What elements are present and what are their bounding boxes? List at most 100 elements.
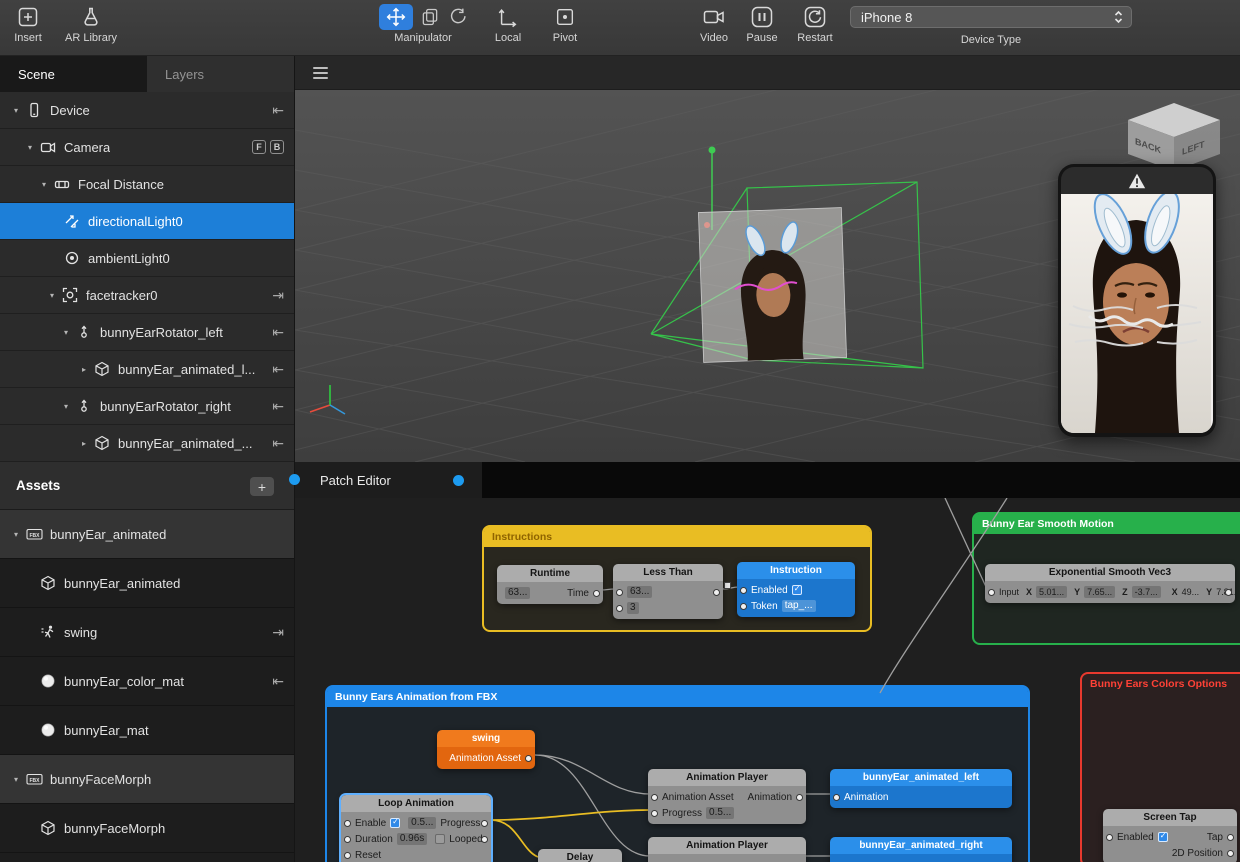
viewport-menu-icon[interactable] [313,66,328,79]
tab-layers[interactable]: Layers [147,56,294,92]
disclosure-triangle[interactable]: ▾ [8,106,24,115]
patch-node-swing-asset[interactable]: swing Animation Asset [437,730,535,769]
output-port[interactable] [1227,849,1234,857]
output-port[interactable] [1225,588,1232,596]
disclosure-triangle[interactable]: ▾ [36,180,52,189]
enabled-checkbox[interactable] [791,584,802,595]
patch-node-screen-tap[interactable]: Screen Tap Enabled Tap 2D Position [1103,809,1237,862]
disclosure-triangle[interactable]: ▸ [76,365,92,374]
asset-row-bunny-face-morph-mesh[interactable]: bunnyFaceMorph [0,804,294,853]
tree-row-device[interactable]: ▾ Device ⇤ [0,92,294,129]
pin-icon[interactable]: ⇤ [272,324,284,341]
patch-node-instruction[interactable]: Instruction Enabled Token tap_... [737,562,855,617]
device-type-select[interactable]: iPhone 8 [850,6,1132,28]
tree-row-label: bunnyEarRotator_right [100,398,231,414]
output-port[interactable] [796,793,803,801]
input-port[interactable] [616,604,623,612]
asset-row-bunny-ear-color-mat[interactable]: bunnyEar_color_mat ⇤ [0,657,294,706]
restart-button[interactable]: Restart [791,3,839,44]
tree-row-bunny-ear-rotator-right[interactable]: ▾ bunnyEarRotator_right ⇤ [0,388,294,425]
patch-editor-canvas[interactable]: Instructions Bunny Ear Smooth Motion Bun… [295,498,1240,862]
pivot-button[interactable]: Pivot [543,3,587,44]
disclosure-triangle[interactable]: ▾ [8,530,24,539]
patch-node-less-than[interactable]: Less Than 63... 3 [613,564,723,619]
tree-row-ambient-light[interactable]: ambientLight0 [0,240,294,277]
video-camera-icon [702,3,726,30]
ar-library-label: AR Library [65,32,117,44]
tree-row-directional-light[interactable]: directionalLight0 [0,203,294,240]
patch-node-exponential-smooth[interactable]: Exponential Smooth Vec3 Input X 5.01... … [985,564,1235,603]
video-button[interactable]: Video [692,3,736,44]
asset-row-bunny-face-morph-fbx[interactable]: ▾ FBX bunnyFaceMorph [0,755,294,804]
disclosure-triangle[interactable]: ▾ [58,402,74,411]
tree-row-focal-distance[interactable]: ▾ Focal Distance [0,166,294,203]
input-port[interactable] [344,819,351,827]
input-port[interactable] [740,586,747,594]
patch-node-loop-animation[interactable]: Loop Animation Enable 0.5... Progress Du… [341,795,491,862]
output-port[interactable] [481,819,488,827]
pin-icon[interactable]: ⇤ [272,361,284,378]
enabled-checkbox[interactable] [1157,831,1168,842]
disclosure-triangle[interactable]: ▸ [76,439,92,448]
tree-row-facetracker[interactable]: ▾ facetracker0 ⇥ [0,277,294,314]
tree-row-bunny-ear-rotator-left[interactable]: ▾ bunnyEarRotator_left ⇤ [0,314,294,351]
tree-row-bunny-ear-animated-left[interactable]: ▸ bunnyEar_animated_l... ⇤ [0,351,294,388]
assets-title: Assets [16,478,61,493]
asset-row-swing[interactable]: swing ⇥ [0,608,294,657]
insert-button[interactable]: Insert [6,3,50,44]
tree-row-bunny-ear-animated-right[interactable]: ▸ bunnyEar_animated_... ⇤ [0,425,294,462]
input-port[interactable] [651,809,658,817]
input-port[interactable] [988,588,995,596]
tree-row-camera[interactable]: ▾ Camera F B [0,129,294,166]
asset-row-bunny-ear-mat[interactable]: bunnyEar_mat [0,706,294,755]
output-port[interactable] [1227,833,1234,841]
pause-button[interactable]: Pause [740,3,784,44]
patch-node-bunny-ear-left[interactable]: bunnyEar_animated_left Animation [830,769,1012,808]
simulator-preview[interactable] [1058,164,1216,437]
orientation-cube[interactable]: BACK LEFT [1126,102,1222,172]
input-port[interactable] [651,793,658,801]
asset-row-bunny-ear-animated-fbx[interactable]: ▾ FBX bunnyEar_animated [0,510,294,559]
pin-icon[interactable]: ⇤ [272,435,284,452]
asset-row-bunny-ear-animated-mesh[interactable]: bunnyEar_animated [0,559,294,608]
output-port[interactable] [593,589,600,597]
rotate-tool-button[interactable] [447,7,467,27]
input-port[interactable] [344,835,351,843]
output-port[interactable] [525,754,532,762]
device-type-value: iPhone 8 [861,9,913,25]
patch-node-bunny-ear-right[interactable]: bunnyEar_animated_right [830,837,1012,862]
disclosure-triangle[interactable]: ▾ [22,143,38,152]
input-port[interactable] [616,588,623,596]
tab-patch-editor[interactable]: Patch Editor [295,462,482,498]
input-port[interactable] [344,851,351,859]
duplicate-tool-button[interactable] [420,7,440,27]
unpin-icon[interactable]: ⇥ [272,624,284,641]
ar-library-button[interactable]: AR Library [56,3,126,44]
input-port[interactable] [833,793,840,801]
unpin-icon[interactable]: ⇥ [272,287,284,304]
pin-icon[interactable]: ⇤ [272,398,284,415]
badge-back[interactable]: B [270,140,284,154]
input-port[interactable] [740,602,747,610]
port-label: Progress [440,817,481,829]
output-port[interactable] [713,588,720,596]
pin-icon[interactable]: ⇤ [272,673,284,690]
badge-front[interactable]: F [252,140,266,154]
local-button[interactable]: Local [486,3,530,44]
output-port[interactable] [481,835,488,843]
move-tool-button[interactable] [379,3,413,30]
patch-node-animation-player-1[interactable]: Animation Player Animation Asset Animati… [648,769,806,824]
disclosure-triangle[interactable]: ▾ [58,328,74,337]
add-asset-button[interactable]: + [250,477,274,496]
tab-scene[interactable]: Scene [0,56,147,92]
patch-node-animation-player-2[interactable]: Animation Player [648,837,806,862]
looped-checkbox[interactable] [435,834,446,844]
patch-node-runtime[interactable]: Runtime 63... Time [497,565,603,604]
pin-icon[interactable]: ⇤ [272,102,284,119]
patch-node-delay[interactable]: Delay [538,849,622,862]
input-port[interactable] [1106,833,1113,841]
enable-checkbox[interactable] [390,817,401,828]
viewport-3d[interactable]: BACK LEFT [295,90,1240,462]
disclosure-triangle[interactable]: ▾ [8,775,24,784]
disclosure-triangle[interactable]: ▾ [44,291,60,300]
